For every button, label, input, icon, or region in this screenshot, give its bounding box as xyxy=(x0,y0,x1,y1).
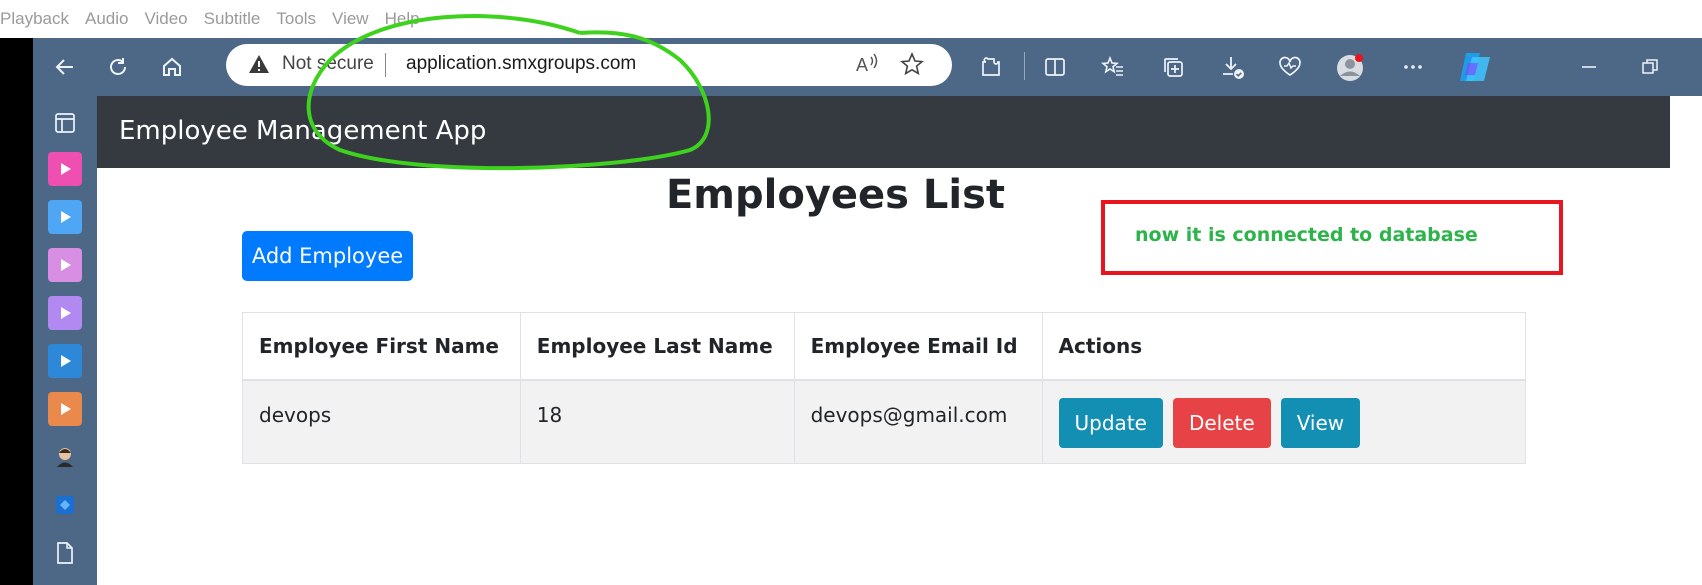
cell-first-name: devops xyxy=(242,379,521,464)
favorite-star-icon[interactable] xyxy=(900,51,924,80)
menu-playback[interactable]: Playback xyxy=(0,9,69,29)
video-app-icon[interactable] xyxy=(48,344,82,378)
app-icon[interactable] xyxy=(48,488,82,522)
employees-table: Employee First Name Employee Last Name E… xyxy=(242,312,1527,464)
cell-actions: Update Delete View xyxy=(1041,379,1527,464)
copilot-icon[interactable] xyxy=(1455,38,1495,96)
favorites-icon[interactable] xyxy=(1093,38,1133,96)
menu-help[interactable]: Help xyxy=(385,9,420,29)
right-sidebar-partial xyxy=(1670,96,1702,585)
annotation-box: now it is connected to database xyxy=(1101,200,1563,275)
left-black-strip xyxy=(0,38,33,585)
add-employee-button[interactable]: Add Employee xyxy=(242,231,413,281)
web-app: Employee Management App Employees List A… xyxy=(97,96,1670,585)
video-app-icon[interactable] xyxy=(48,392,82,426)
browser-sidebar xyxy=(33,96,97,585)
person-icon[interactable] xyxy=(48,440,82,474)
table-row: devops 18 devops@gmail.com Update Delete V… xyxy=(242,379,1527,464)
collections-icon[interactable] xyxy=(1153,38,1193,96)
table-header-row: Employee First Name Employee Last Name E… xyxy=(242,312,1527,381)
view-button[interactable]: View xyxy=(1280,397,1361,448)
video-app-icon[interactable] xyxy=(48,152,82,186)
menu-view[interactable]: View xyxy=(332,9,369,29)
home-icon[interactable] xyxy=(152,38,192,96)
player-menu-bar: Playback Audio Video Subtitle Tools View… xyxy=(0,0,1702,38)
toolbar-divider xyxy=(1024,52,1025,80)
security-label[interactable]: Not secure xyxy=(282,53,374,75)
menu-subtitle[interactable]: Subtitle xyxy=(204,9,261,29)
update-button[interactable]: Update xyxy=(1058,397,1163,448)
page-title: Employees List xyxy=(665,172,1006,218)
app-navbar: Employee Management App xyxy=(97,96,1670,168)
column-header-email: Employee Email Id xyxy=(793,312,1043,381)
column-header-first-name: Employee First Name xyxy=(242,312,521,381)
downloads-icon[interactable] xyxy=(1212,38,1252,96)
browser-essentials-icon[interactable] xyxy=(1270,38,1310,96)
tab-actions-icon[interactable] xyxy=(48,106,82,140)
screen: Playback Audio Video Subtitle Tools View… xyxy=(0,0,1702,585)
video-app-icon[interactable] xyxy=(48,200,82,234)
file-icon[interactable] xyxy=(48,536,82,570)
column-header-last-name: Employee Last Name xyxy=(519,312,795,381)
back-icon[interactable] xyxy=(45,38,85,96)
read-aloud-icon[interactable]: A xyxy=(854,51,880,81)
address-separator xyxy=(385,53,386,77)
warning-icon[interactable] xyxy=(248,54,270,78)
delete-button[interactable]: Delete xyxy=(1172,397,1271,448)
split-screen-icon[interactable] xyxy=(1035,38,1075,96)
video-app-icon[interactable] xyxy=(48,296,82,330)
url-text[interactable]: application.smxgroups.com xyxy=(406,53,636,75)
annotation-note: now it is connected to database xyxy=(1135,224,1478,246)
address-bar[interactable]: Not secure application.smxgroups.com A xyxy=(226,44,952,86)
video-app-icon[interactable] xyxy=(48,248,82,282)
column-header-actions: Actions xyxy=(1041,312,1527,381)
extensions-icon[interactable] xyxy=(971,38,1011,96)
profile-icon[interactable] xyxy=(1331,38,1371,96)
menu-audio[interactable]: Audio xyxy=(85,9,128,29)
app-brand[interactable]: Employee Management App xyxy=(119,116,486,146)
cell-email: devops@gmail.com xyxy=(793,379,1043,464)
restore-icon[interactable] xyxy=(1630,38,1670,96)
more-icon[interactable] xyxy=(1393,38,1433,96)
cell-last-name: 18 xyxy=(519,379,795,464)
menu-video[interactable]: Video xyxy=(144,9,187,29)
menu-tools[interactable]: Tools xyxy=(276,9,316,29)
refresh-icon[interactable] xyxy=(98,38,138,96)
minimize-icon[interactable] xyxy=(1569,38,1609,96)
svg-text:A: A xyxy=(856,55,868,75)
